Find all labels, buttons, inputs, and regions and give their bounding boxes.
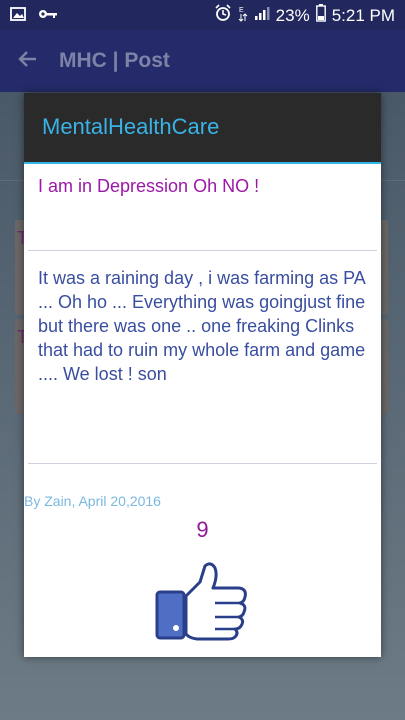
arrow-left-icon[interactable] (16, 47, 40, 71)
like-count: 9 (196, 517, 209, 542)
status-bar: E 23% 5:21 PM (0, 0, 405, 30)
clock: 5:21 PM (331, 5, 395, 25)
alarm-icon (214, 4, 232, 27)
image-icon (10, 6, 26, 27)
signal-icon (254, 5, 270, 26)
battery-icon (315, 4, 326, 27)
dialog-header: MentalHealthCare (24, 93, 381, 164)
battery-percent: 23% (275, 5, 310, 25)
post-body: It was a raining day , i was farming as … (38, 268, 366, 384)
divider (28, 463, 377, 464)
post-title: I am in Depression Oh NO ! (38, 176, 260, 196)
key-icon (38, 7, 58, 26)
divider (28, 250, 377, 251)
app-bar: MHC | Post (0, 30, 405, 92)
dialog-title: MentalHealthCare (42, 114, 220, 139)
svg-text:E: E (239, 7, 244, 14)
post-dialog: MentalHealthCare I am in Depression Oh N… (24, 93, 381, 657)
data-icon: E (238, 4, 248, 27)
thumbs-up-icon[interactable] (155, 562, 250, 642)
page-title: MHC | Post (59, 49, 170, 72)
post-meta: By Zain, April 20,2016 (24, 493, 161, 509)
